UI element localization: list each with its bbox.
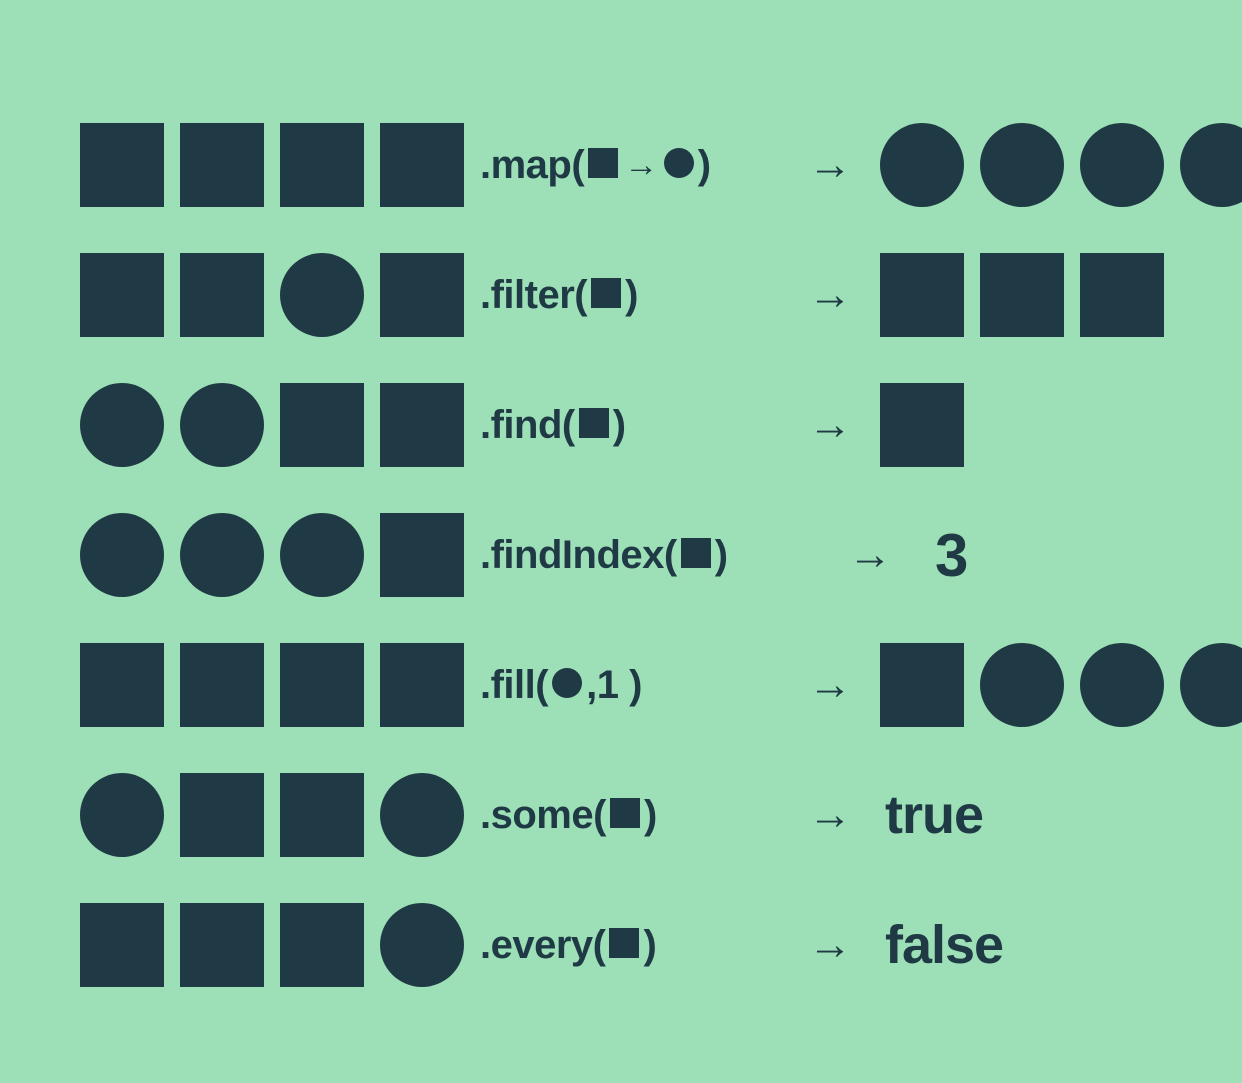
input-shapes xyxy=(80,513,480,597)
square-icon xyxy=(380,123,464,207)
method-row-1: .filter()→ xyxy=(80,230,1162,360)
output-shapes xyxy=(860,643,1242,727)
method-label: .some() xyxy=(480,793,800,838)
square-icon xyxy=(380,643,464,727)
square-icon xyxy=(880,643,964,727)
method-label: .map( →) xyxy=(480,143,800,188)
result-arrow-icon: → xyxy=(800,920,860,970)
circle-icon xyxy=(1080,643,1164,727)
method-prefix: .every( xyxy=(480,923,605,968)
square-icon xyxy=(280,643,364,727)
method-row-4: .fill( ,1 ) → xyxy=(80,620,1162,750)
circle-icon xyxy=(180,513,264,597)
square-icon xyxy=(880,253,964,337)
result-arrow-icon: → xyxy=(800,790,860,840)
circle-icon xyxy=(880,123,964,207)
circle-icon xyxy=(180,383,264,467)
method-row-2: .find()→ xyxy=(80,360,1162,490)
circle-icon xyxy=(80,513,164,597)
output-text: false xyxy=(860,914,1003,976)
method-prefix: .find( xyxy=(480,403,575,448)
method-label: .filter() xyxy=(480,273,800,318)
circle-icon xyxy=(380,903,464,987)
method-prefix: .filter( xyxy=(480,273,587,318)
method-suffix: ) xyxy=(644,793,657,838)
output-number: 3 xyxy=(900,521,968,590)
input-shapes xyxy=(80,773,480,857)
circle-icon xyxy=(980,123,1064,207)
square-icon xyxy=(80,253,164,337)
result-arrow-icon: → xyxy=(800,270,860,320)
method-row-5: .some()→true xyxy=(80,750,1162,880)
square-icon xyxy=(579,408,609,438)
square-icon xyxy=(681,538,711,568)
square-icon xyxy=(280,383,364,467)
method-label: .fill( ,1 ) xyxy=(480,663,800,708)
square-icon xyxy=(80,903,164,987)
circle-icon xyxy=(80,383,164,467)
square-icon xyxy=(609,928,639,958)
method-label: .find() xyxy=(480,403,800,448)
circle-icon xyxy=(1080,123,1164,207)
method-row-3: .findIndex() →3 xyxy=(80,490,1162,620)
square-icon xyxy=(1080,253,1164,337)
square-icon xyxy=(180,773,264,857)
output-text: true xyxy=(860,784,983,846)
input-shapes xyxy=(80,123,480,207)
square-icon xyxy=(180,903,264,987)
method-prefix: .some( xyxy=(480,793,606,838)
square-icon xyxy=(180,643,264,727)
square-icon xyxy=(280,903,364,987)
output-shapes xyxy=(860,123,1242,207)
input-shapes xyxy=(80,643,480,727)
square-icon xyxy=(588,148,618,178)
array-methods-diagram: .map(→)→.filter()→.find()→.findIndex()→3… xyxy=(80,100,1162,1010)
square-icon xyxy=(380,513,464,597)
circle-icon xyxy=(380,773,464,857)
method-suffix: ,1 ) xyxy=(586,663,642,708)
method-suffix: ) xyxy=(698,143,711,188)
square-icon xyxy=(591,278,621,308)
square-icon xyxy=(980,253,1064,337)
arrow-icon: → xyxy=(624,146,658,185)
method-row-6: .every()→false xyxy=(80,880,1162,1010)
method-prefix: .map( xyxy=(480,143,584,188)
square-icon xyxy=(880,383,964,467)
square-icon xyxy=(80,643,164,727)
square-icon xyxy=(180,123,264,207)
square-icon xyxy=(280,123,364,207)
circle-icon xyxy=(280,513,364,597)
square-icon xyxy=(380,383,464,467)
square-icon xyxy=(610,798,640,828)
square-icon xyxy=(280,773,364,857)
input-shapes xyxy=(80,383,480,467)
output-shapes xyxy=(860,383,964,467)
circle-icon xyxy=(552,668,582,698)
input-shapes xyxy=(80,253,480,337)
square-icon xyxy=(180,253,264,337)
circle-icon xyxy=(80,773,164,857)
method-suffix: ) xyxy=(643,923,656,968)
result-arrow-icon: → xyxy=(800,140,860,190)
circle-icon xyxy=(1180,643,1242,727)
square-icon xyxy=(80,123,164,207)
output-shapes xyxy=(860,253,1164,337)
method-suffix: ) xyxy=(625,273,638,318)
circle-icon xyxy=(280,253,364,337)
circle-icon xyxy=(1180,123,1242,207)
method-suffix: ) xyxy=(613,403,626,448)
method-label: .every() xyxy=(480,923,800,968)
circle-icon xyxy=(664,148,694,178)
result-arrow-icon: → xyxy=(840,530,900,580)
input-shapes xyxy=(80,903,480,987)
result-arrow-icon: → xyxy=(800,660,860,710)
method-prefix: .findIndex( xyxy=(480,533,677,578)
method-suffix: ) xyxy=(715,533,728,578)
result-arrow-icon: → xyxy=(800,400,860,450)
circle-icon xyxy=(980,643,1064,727)
method-prefix: .fill( xyxy=(480,663,548,708)
method-row-0: .map( →) → xyxy=(80,100,1162,230)
square-icon xyxy=(380,253,464,337)
method-label: .findIndex() xyxy=(480,533,800,578)
